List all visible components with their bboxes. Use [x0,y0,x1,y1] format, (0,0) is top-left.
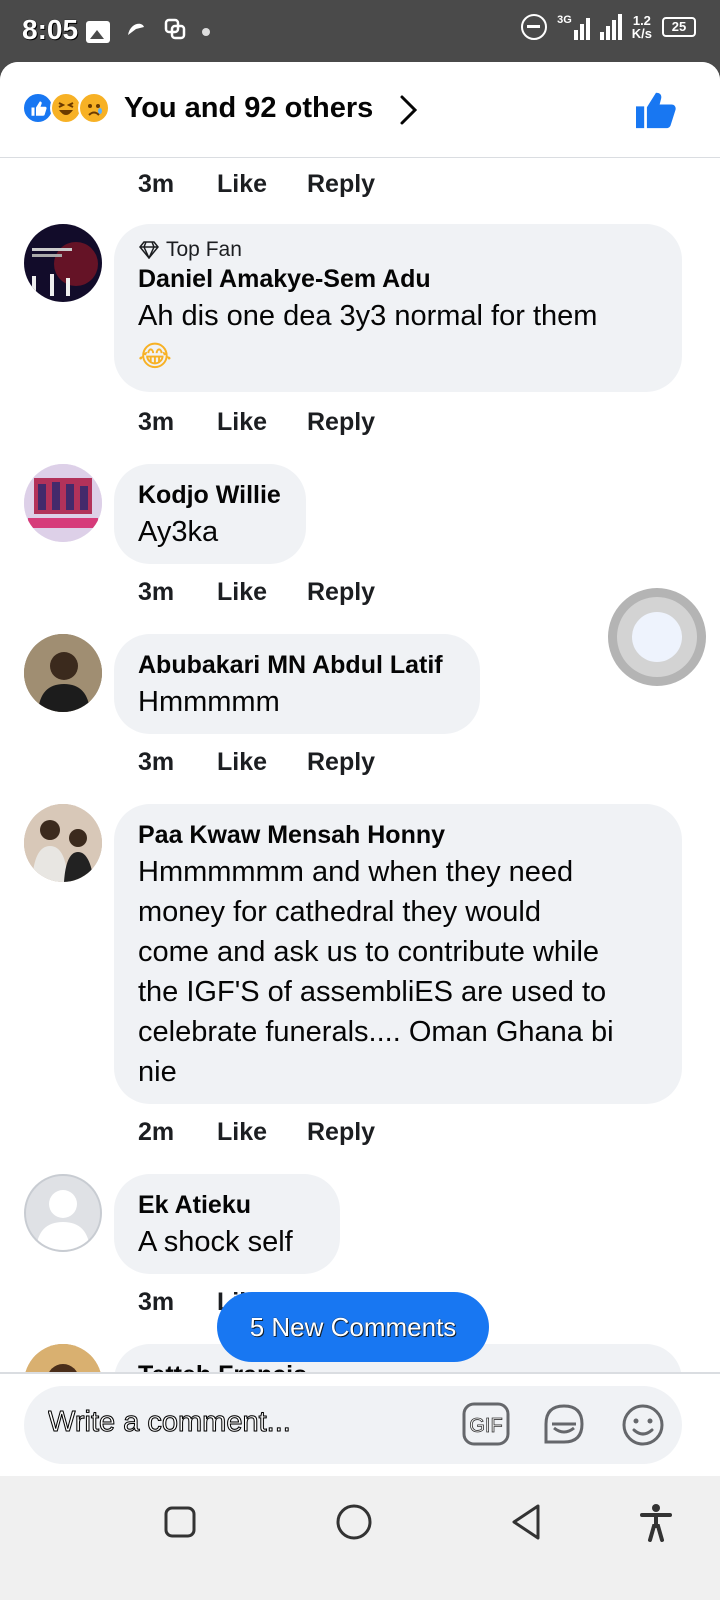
square-icon [164,1506,196,1538]
reply-comment-button[interactable]: Reply [307,1118,375,1147]
emoji-button[interactable] [620,1402,666,1453]
network-speed: 1.2 K/s [632,14,652,40]
more-notifications-dot [202,27,210,36]
comment-time: 3m [138,578,175,606]
comment-time: 3m [138,1288,175,1316]
comment-text-line: celebrate funerals.... Oman Ghana bi [138,1016,614,1048]
comment-actions: 3m Like Reply [138,408,375,437]
signal-icon [599,14,622,40]
comment-author[interactable]: Daniel Amakye-Sem Adu [138,262,658,296]
comment-author[interactable]: Ek Atieku [138,1188,316,1222]
do-not-disturb-icon [521,14,548,40]
comment-text-line: come and ask us to contribute while [138,936,600,968]
avatar[interactable] [24,464,102,542]
comment-text: Ah dis one dea 3y3 normal for them [138,300,598,332]
comment-text: A shock self [138,1226,293,1258]
avatar[interactable] [24,1174,102,1252]
comment-time: 3m [138,170,175,198]
network-type-label: 3G [557,14,572,26]
reply-comment-button[interactable]: Reply [307,170,375,199]
comment-text-line: the IGF'S of assembliES are used to [138,976,607,1008]
system-icons: 3G 1.2 K/s 25 [521,14,696,40]
comment-author[interactable]: Paa Kwaw Mensah Honny [138,818,658,852]
comment-text: Ay3ka [138,516,219,548]
default-avatar-icon [36,1190,90,1250]
thumbs-up-icon [636,92,676,129]
like-comment-button[interactable]: Like [217,748,307,777]
reply-comment-button[interactable]: Reply [307,748,375,777]
reply-comment-button[interactable]: Reply [307,408,375,437]
top-fan-badge: Top Fan [138,238,658,262]
back-triangle-icon [512,1504,540,1540]
chevron-right-icon [398,94,420,131]
comment-actions: 2m Like Reply [138,1118,375,1147]
link-icon [162,16,188,47]
new-comments-button[interactable]: 5 New Comments [217,1292,489,1362]
comment-composer: GIF [24,1386,682,1464]
circle-icon [336,1504,372,1540]
notification-icons [86,16,210,47]
comment-input[interactable] [48,1406,448,1439]
gif-icon: GIF [462,1402,510,1446]
gif-button[interactable]: GIF [462,1402,510,1451]
smiley-icon [622,1404,664,1446]
reaction-icons [22,92,110,124]
comment-bubble[interactable]: Top Fan Daniel Amakye-Sem Adu Ah dis one… [114,224,682,392]
comment-text: Hmmmmm [138,686,280,718]
comment-emoji: 😂 [138,339,172,373]
sticker-button[interactable] [540,1402,588,1453]
status-bar: 8:05 3G 1.2 K/s 25 [0,0,720,64]
comment-time: 2m [138,1118,175,1146]
like-comment-button[interactable]: Like [217,408,307,437]
accessibility-icon [640,1504,672,1542]
network-speed-unit: K/s [631,26,652,41]
badge-label: Top Fan [166,238,242,261]
back-button[interactable] [508,1502,544,1547]
avatar[interactable] [24,634,102,712]
battery-icon: 25 [662,17,696,37]
gallery-icon [86,20,110,43]
system-navigation-bar [0,1476,720,1600]
avatar[interactable] [24,224,102,302]
recent-apps-button[interactable] [162,1504,198,1545]
reactions-header[interactable]: You and 92 others [0,62,720,158]
avatar[interactable] [24,804,102,882]
like-comment-button[interactable]: Like [217,1118,307,1147]
signal-3g-icon: 3G [557,14,590,40]
comment-text-line: Hmmmmmm and when they need [138,856,574,888]
app-notification-icon [124,17,148,46]
like-comment-button[interactable]: Like [217,578,307,607]
svg-text:GIF: GIF [469,1415,502,1437]
comment-bubble[interactable]: Paa Kwaw Mensah Honny Hmmmmmm and when t… [114,804,682,1104]
like-post-button[interactable] [634,90,678,135]
accessibility-button[interactable] [638,1502,674,1547]
comment-author[interactable]: Abubakari MN Abdul Latif [138,648,456,682]
comment-actions: 3m Like Reply [138,578,375,607]
comment-actions: 3m Like Reply [138,170,375,199]
comment-author[interactable]: Kodjo Willie [138,478,282,512]
comment-text-line: money for cathedral they would [138,896,541,928]
comment-bubble[interactable]: Ek Atieku A shock self [114,1174,340,1274]
comment-time: 3m [138,408,175,436]
comment-text-line: nie [138,1056,177,1088]
comment-composer-bar: GIF [0,1372,720,1476]
comments-list: 3m Like Reply Top Fan Daniel Amakye-Sem … [0,158,720,1378]
reply-comment-button[interactable]: Reply [307,578,375,607]
comment-time: 3m [138,748,175,776]
status-time: 8:05 [22,14,79,45]
sticker-icon [544,1404,584,1444]
diamond-icon [139,241,159,259]
reaction-summary: You and 92 others [124,92,374,124]
comment-actions: 3m Like Reply [138,748,375,777]
comments-sheet: You and 92 others 3m Like Reply Top Fan … [0,62,720,1476]
like-comment-button[interactable]: Like [217,170,307,199]
floating-assistive-button[interactable] [608,588,706,686]
comment-bubble[interactable]: Kodjo Willie Ay3ka [114,464,306,564]
sad-reaction-icon [78,92,110,124]
home-button[interactable] [334,1502,374,1547]
comment-bubble[interactable]: Abubakari MN Abdul Latif Hmmmmm [114,634,480,734]
